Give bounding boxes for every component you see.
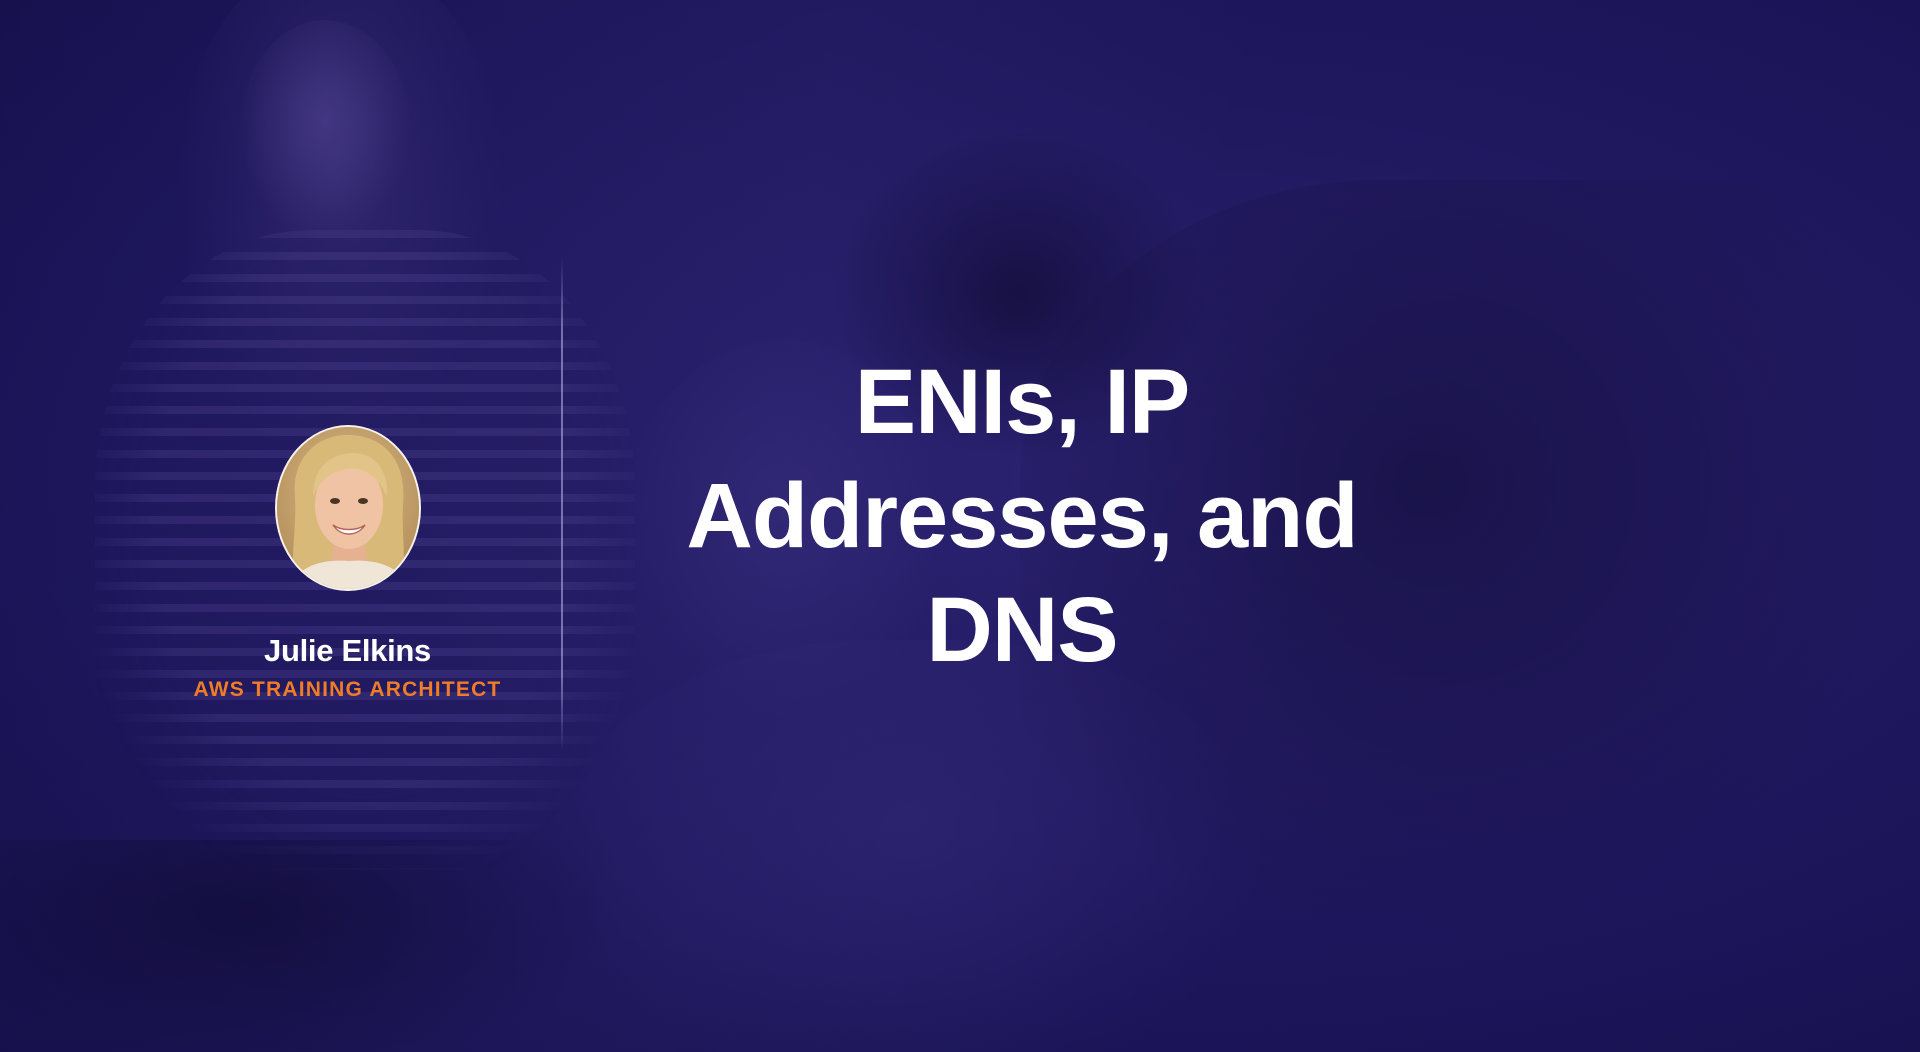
- vertical-divider: [561, 258, 563, 750]
- slide-title-line: DNS: [926, 579, 1118, 681]
- course-title-slide: Julie Elkins AWS TRAINING ARCHITECT ENIs…: [0, 0, 1920, 1052]
- background-person-face: [240, 20, 410, 240]
- presenter-role: AWS TRAINING ARCHITECT: [193, 678, 502, 701]
- slide-title: ENIs, IP Addresses, and DNS: [622, 345, 1422, 687]
- presenter-name: Julie Elkins: [264, 633, 431, 668]
- slide-title-line: Addresses, and: [686, 465, 1358, 567]
- presenter-photo-icon: [276, 427, 419, 589]
- presenter-avatar: [274, 425, 421, 591]
- background-desk: [0, 840, 620, 1052]
- slide-title-line: ENIs, IP: [854, 351, 1191, 453]
- title-block: ENIs, IP Addresses, and DNS: [622, 345, 1422, 687]
- presenter-card: Julie Elkins AWS TRAINING ARCHITECT: [160, 425, 535, 703]
